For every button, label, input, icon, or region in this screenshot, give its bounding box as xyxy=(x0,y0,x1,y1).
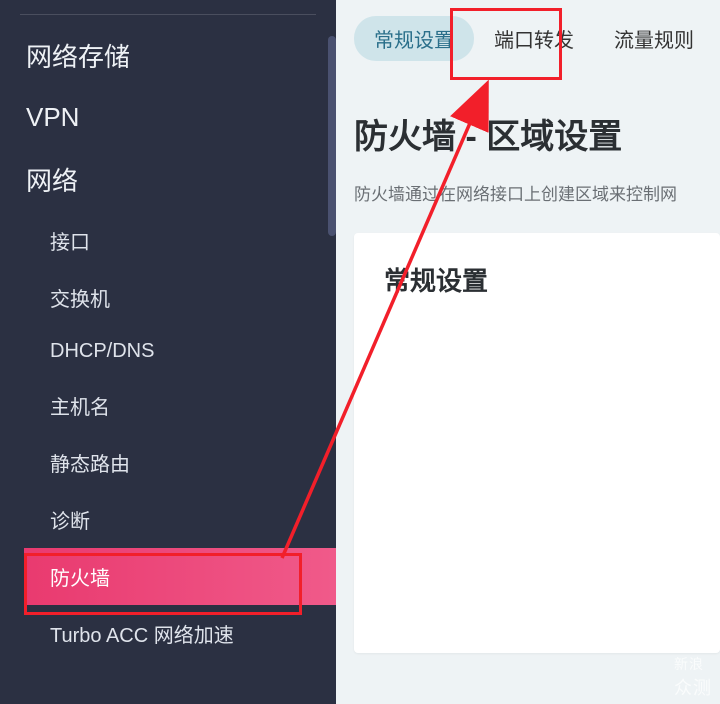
page-title: 防火墙 - 区域设置 xyxy=(354,109,720,158)
tab-custom[interactable]: 自定 xyxy=(714,16,720,61)
settings-card: 常规设置 xyxy=(354,233,720,653)
sidebar-item-vpn[interactable]: VPN xyxy=(0,88,336,147)
sidebar-item-dhcp-dns[interactable]: DHCP/DNS xyxy=(24,326,336,377)
tab-bar: 常规设置 端口转发 流量规则 自定 xyxy=(354,16,720,61)
sidebar-submenu-network: 接口 交换机 DHCP/DNS 主机名 静态路由 诊断 防火墙 Turbo AC… xyxy=(0,212,336,662)
sidebar-item-network[interactable]: 网络 xyxy=(0,147,336,212)
main-content: 常规设置 端口转发 流量规则 自定 防火墙 - 区域设置 防火墙通过在网络接口上… xyxy=(336,0,720,704)
divider xyxy=(20,14,316,15)
sidebar-item-interfaces[interactable]: 接口 xyxy=(24,212,336,269)
sidebar-item-turbo-acc[interactable]: Turbo ACC 网络加速 xyxy=(24,605,336,662)
scrollbar-track xyxy=(328,0,336,704)
sidebar-item-switch[interactable]: 交换机 xyxy=(24,269,336,326)
sidebar: 网络存储 VPN 网络 接口 交换机 DHCP/DNS 主机名 静态路由 诊断 … xyxy=(0,0,336,704)
tab-general[interactable]: 常规设置 xyxy=(354,16,474,61)
tab-traffic-rules[interactable]: 流量规则 xyxy=(594,16,714,61)
sidebar-item-firewall[interactable]: 防火墙 xyxy=(24,548,336,605)
tab-port-forward[interactable]: 端口转发 xyxy=(474,16,594,61)
sidebar-item-diagnostics[interactable]: 诊断 xyxy=(24,491,336,548)
sidebar-item-static-routes[interactable]: 静态路由 xyxy=(24,434,336,491)
scrollbar-thumb[interactable] xyxy=(328,36,336,236)
sidebar-item-hostname[interactable]: 主机名 xyxy=(24,377,336,434)
sidebar-item-storage[interactable]: 网络存储 xyxy=(0,23,336,88)
page-description: 防火墙通过在网络接口上创建区域来控制网 xyxy=(354,180,720,205)
card-heading: 常规设置 xyxy=(384,261,690,298)
